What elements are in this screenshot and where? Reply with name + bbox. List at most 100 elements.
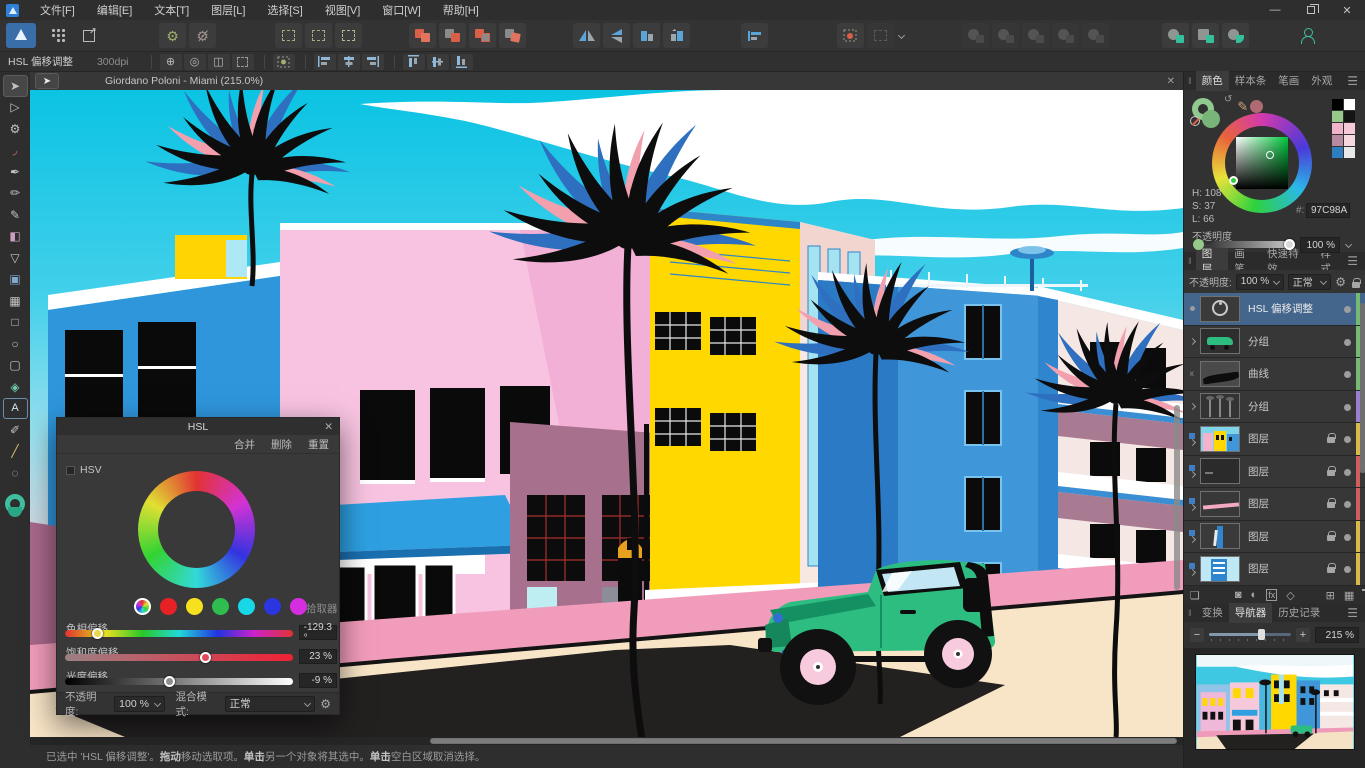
designer-persona-button[interactable] (6, 23, 36, 48)
color-opacity-slider[interactable] (1211, 241, 1291, 248)
boolean-subtract-button[interactable] (439, 23, 466, 48)
reset-button[interactable]: 重置 (308, 437, 329, 452)
panel-grip[interactable]: ‖ (1184, 76, 1196, 86)
picker-button[interactable]: 拾取器 (306, 601, 338, 616)
zoom-out-button[interactable]: − (1190, 628, 1204, 642)
saturation-square[interactable] (1236, 137, 1288, 189)
export-persona-button[interactable]: ↗ (75, 23, 102, 48)
flip-vertical-button[interactable] (603, 23, 630, 48)
hue-ring[interactable] (138, 471, 255, 588)
hue-marker[interactable] (1229, 176, 1238, 185)
tab-swatches[interactable]: 样本条 (1229, 71, 1273, 91)
flip-horizontal-button[interactable] (573, 23, 600, 48)
snapping-button[interactable] (837, 23, 864, 48)
color-opacity-value[interactable]: 100 % (1300, 237, 1340, 253)
layer-row-buildings[interactable]: 图层 (1184, 423, 1365, 456)
luminosity-shift-knob[interactable] (164, 676, 175, 687)
align-center-button[interactable] (338, 54, 360, 70)
menu-view[interactable]: 视图[V] (314, 1, 371, 19)
snapping-options-button[interactable] (867, 23, 894, 48)
insert-behind-button[interactable] (335, 23, 362, 48)
opacity-dropdown-arrow[interactable] (1345, 241, 1352, 248)
canvas-vertical-scrollbar[interactable] (1174, 405, 1180, 590)
dialog-opacity-select[interactable]: 100 % (114, 696, 165, 712)
color-opacity-knob[interactable] (1284, 239, 1295, 250)
layer-thumbnail[interactable] (1200, 491, 1240, 517)
recent-swatch-grid[interactable] (1332, 99, 1356, 158)
document-close-icon[interactable]: ✕ (1167, 76, 1175, 87)
visibility-dot[interactable] (1344, 371, 1351, 378)
align-bottom-button[interactable] (451, 54, 473, 70)
layer-color-tag[interactable] (1356, 488, 1360, 520)
shape-tool[interactable]: ◈ (3, 376, 28, 398)
layer-thumbnail[interactable] (1200, 393, 1240, 419)
hscroll-thumb[interactable] (430, 738, 1177, 744)
layer-color-tag[interactable] (1356, 521, 1360, 553)
menu-help[interactable]: 帮助[H] (432, 1, 490, 19)
layer-effects-icon[interactable]: fx (1266, 589, 1277, 601)
snapping-dropdown-arrow[interactable] (898, 32, 905, 39)
text-tool[interactable]: A (3, 398, 28, 420)
transform-separately-button[interactable] (232, 54, 254, 70)
layer-row-pole[interactable]: 图层 (1184, 521, 1365, 554)
mask-layer-icon[interactable]: ◙ (1235, 589, 1242, 601)
layer-row-group-palms[interactable]: 分组 (1184, 391, 1365, 424)
hue-shift-knob[interactable] (92, 628, 103, 639)
eyedropper-icon[interactable]: ✐ (1233, 101, 1249, 112)
merge-button[interactable]: 合并 (234, 437, 255, 452)
lock-icon[interactable] (1327, 535, 1335, 541)
style-options-button[interactable] (1222, 23, 1249, 48)
pencil-tool[interactable]: ✏ (3, 183, 28, 205)
lock-toggle[interactable] (1350, 275, 1360, 289)
cyan-channel-swatch[interactable] (238, 598, 255, 615)
boolean-add-button[interactable] (409, 23, 436, 48)
layer-row-hsl-adjustment[interactable]: HSL 偏移调整 (1184, 293, 1365, 326)
layer-thumbnail[interactable] (1200, 458, 1240, 484)
transparency-tool[interactable]: ▽ (3, 247, 28, 269)
link-layers-icon[interactable]: ❏ (1190, 589, 1200, 602)
hex-field[interactable]: 97C98A (1306, 203, 1350, 218)
panel-menu-icon[interactable]: ☰ (1347, 606, 1365, 620)
visibility-dot[interactable] (1344, 534, 1351, 541)
move-tool[interactable]: ➤ (3, 75, 28, 97)
lock-icon[interactable] (1327, 470, 1335, 476)
crop-tool[interactable]: ▦ (3, 290, 28, 312)
panel-grip[interactable]: ‖ (1184, 256, 1196, 266)
style-paste-button[interactable] (1192, 23, 1219, 48)
fill-stroke-circles[interactable] (1192, 98, 1226, 128)
yellow-channel-swatch[interactable] (186, 598, 203, 615)
align-middle-button[interactable] (427, 54, 449, 70)
add-layer-icon[interactable]: ⊞ (1326, 589, 1335, 602)
panel-grip[interactable]: ‖ (1184, 608, 1196, 618)
navigator-preview-area[interactable] (1184, 648, 1365, 768)
layer-row-dark[interactable]: 图层 (1184, 456, 1365, 489)
pen-tool[interactable]: ✒ (3, 161, 28, 183)
green-channel-swatch[interactable] (212, 598, 229, 615)
document-title[interactable]: Giordano Poloni - Miami (215.0%) (105, 75, 263, 87)
dialog-blend-select[interactable]: 正常 (225, 696, 316, 712)
visibility-dot[interactable] (1344, 469, 1351, 476)
visibility-dot[interactable] (1344, 339, 1351, 346)
luminosity-shift-slider[interactable] (65, 678, 293, 685)
lock-icon[interactable] (1327, 567, 1335, 573)
contour-tool[interactable]: ⚙ (3, 118, 28, 140)
menu-select[interactable]: 选择[S] (256, 1, 313, 19)
insert-inside-button[interactable] (275, 23, 302, 48)
cycle-selection-button[interactable] (273, 54, 295, 70)
layer-options-icon[interactable]: ▦ (1344, 589, 1354, 602)
visibility-dot[interactable] (1344, 436, 1351, 443)
hsl-dialog-titlebar[interactable]: HSL ✕ (57, 418, 339, 435)
visibility-dot[interactable] (1344, 501, 1351, 508)
layer-row-curve[interactable]: ĸ 曲线 (1184, 358, 1365, 391)
layer-thumbnail[interactable] (1200, 328, 1240, 354)
live-filter-icon[interactable]: ◇ (1286, 589, 1294, 602)
boolean-divide-button[interactable] (499, 23, 526, 48)
order-backward-button[interactable] (663, 23, 690, 48)
lock-icon[interactable] (1327, 437, 1335, 443)
transform-mode-button[interactable]: ◫ (208, 54, 230, 70)
dialog-gear-icon[interactable]: ⚙ (320, 698, 331, 710)
node-tool[interactable]: ▷ (3, 97, 28, 119)
pointer-button[interactable]: ➤ (35, 73, 59, 89)
align-right-button[interactable] (362, 54, 384, 70)
insert-on-top-button[interactable] (305, 23, 332, 48)
